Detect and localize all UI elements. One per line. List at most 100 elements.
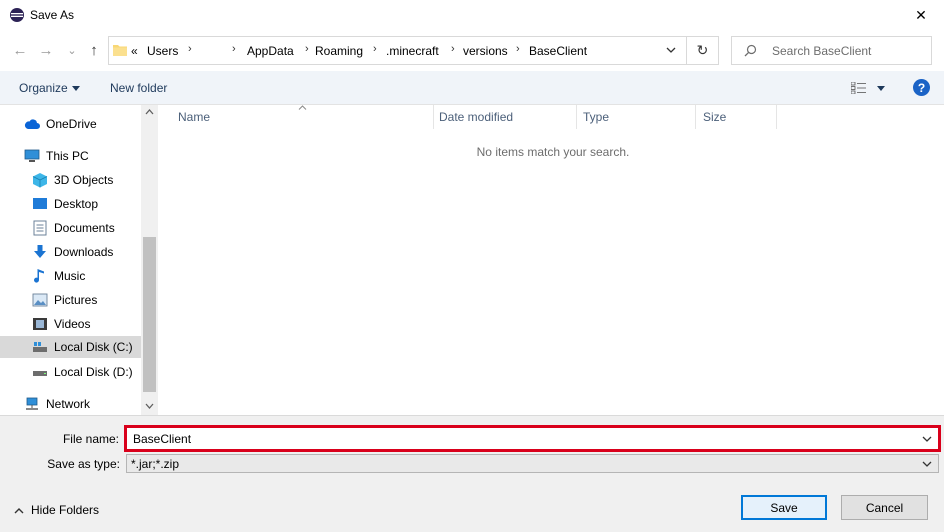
column-header-date-modified[interactable]: Date modified — [433, 105, 577, 129]
picture-icon — [32, 292, 48, 308]
breadcrumb-separator[interactable]: › — [373, 43, 377, 55]
refresh-button[interactable]: ↻ — [687, 36, 719, 65]
save-type-value: *.jar;*.zip — [131, 457, 180, 471]
sidebar-item-label: Local Disk (C:) — [54, 340, 133, 354]
file-name-label: File name: — [62, 432, 119, 446]
new-folder-button[interactable]: New folder — [110, 81, 167, 95]
sidebar-item-label: Downloads — [54, 245, 114, 259]
save-options-panel: File name: BaseClient Save as type: *.ja… — [0, 415, 944, 532]
sidebar-item-downloads[interactable]: Downloads — [32, 241, 113, 263]
forward-arrow-icon: → — [38, 41, 54, 59]
cloud-icon — [24, 116, 40, 132]
file-name-input[interactable]: BaseClient — [124, 425, 941, 452]
breadcrumb-overflow[interactable]: « — [131, 44, 138, 58]
forward-button[interactable]: → — [36, 40, 56, 60]
empty-message: No items match your search. — [476, 145, 630, 159]
command-bar: Organize New folder ? — [0, 71, 944, 105]
computer-icon — [24, 148, 40, 164]
sidebar-item-this-pc[interactable]: This PC — [24, 145, 89, 167]
hide-folders-label: Hide Folders — [31, 503, 100, 517]
chevron-down-icon[interactable] — [922, 435, 932, 443]
sidebar-item-label: This PC — [46, 149, 89, 163]
scroll-down-icon[interactable] — [145, 403, 154, 409]
cube-icon — [32, 172, 48, 188]
up-arrow-icon: ↑ — [90, 41, 98, 59]
music-note-icon — [32, 268, 48, 284]
navigation-scrollbar[interactable] — [141, 105, 158, 415]
back-arrow-icon: ← — [12, 41, 28, 59]
file-list[interactable]: Name Date modified Type Size No items ma… — [158, 105, 944, 415]
breadcrumb-appdata[interactable]: AppData — [247, 44, 294, 58]
save-type-select[interactable]: *.jar;*.zip — [126, 454, 939, 473]
breadcrumb-separator[interactable]: › — [451, 43, 455, 55]
scroll-up-icon[interactable] — [145, 109, 154, 115]
title-bar: Save As ✕ — [0, 0, 944, 31]
sidebar-item-label: Pictures — [54, 293, 98, 307]
sidebar-item-label: 3D Objects — [54, 173, 114, 187]
sidebar-item-music[interactable]: Music — [32, 265, 85, 287]
sidebar-item-local-disk-c[interactable]: Local Disk (C:) — [0, 336, 141, 358]
help-icon[interactable]: ? — [913, 79, 930, 96]
sidebar-item-desktop[interactable]: Desktop — [32, 193, 98, 215]
file-name-value: BaseClient — [133, 432, 192, 446]
caret-down-icon — [72, 86, 80, 91]
view-caret-icon[interactable] — [877, 86, 885, 91]
breadcrumb-users[interactable]: Users — [147, 44, 178, 58]
column-header-type[interactable]: Type — [577, 105, 696, 129]
address-bar[interactable]: « Users › › AppData › Roaming › .minecra… — [108, 36, 687, 65]
desktop-icon — [32, 196, 48, 212]
save-button[interactable]: Save — [741, 495, 827, 520]
refresh-icon: ↻ — [696, 42, 709, 58]
breadcrumb-separator[interactable]: › — [232, 43, 236, 55]
hide-folders-button[interactable]: Hide Folders — [14, 503, 99, 517]
window-title: Save As — [30, 8, 75, 22]
save-type-label: Save as type: — [47, 457, 120, 471]
close-button[interactable]: ✕ — [898, 0, 944, 31]
chevron-down-icon[interactable] — [922, 460, 932, 468]
document-icon — [32, 220, 48, 236]
search-placeholder: Search BaseClient — [772, 44, 872, 58]
drive-icon — [32, 339, 48, 355]
sidebar-item-network[interactable]: Network — [24, 393, 90, 415]
breadcrumb-minecraft[interactable]: .minecraft — [386, 44, 439, 58]
view-options-icon[interactable] — [851, 82, 867, 94]
sidebar-item-pictures[interactable]: Pictures — [32, 289, 97, 311]
organize-button[interactable]: Organize — [19, 81, 68, 95]
breadcrumb-versions[interactable]: versions — [463, 44, 508, 58]
sidebar-item-3d-objects[interactable]: 3D Objects — [32, 169, 113, 191]
download-arrow-icon — [32, 244, 48, 260]
sidebar-item-label: Desktop — [54, 197, 99, 211]
folder-icon — [113, 45, 127, 56]
back-button[interactable]: ← — [10, 40, 30, 60]
navigation-row: ← → ⌄ ↑ « Users › › AppData › Roaming › … — [0, 31, 944, 71]
sidebar-item-label: Music — [54, 269, 86, 283]
recent-locations-button[interactable]: ⌄ — [62, 40, 82, 60]
chevron-down-icon[interactable] — [666, 46, 676, 54]
breadcrumb-separator[interactable]: › — [188, 43, 192, 55]
drive-icon — [32, 364, 48, 380]
sidebar-item-label: Videos — [54, 317, 91, 331]
search-input[interactable]: Search BaseClient — [731, 36, 932, 65]
film-icon — [32, 316, 48, 332]
sidebar-item-videos[interactable]: Videos — [32, 313, 90, 335]
chevron-up-icon — [14, 507, 24, 513]
breadcrumb-baseclient[interactable]: BaseClient — [529, 44, 587, 58]
column-header-size[interactable]: Size — [697, 105, 777, 129]
sidebar-item-label: Documents — [54, 221, 115, 235]
scrollbar-thumb[interactable] — [143, 237, 156, 392]
sidebar-item-label: Local Disk (D:) — [54, 365, 133, 379]
sidebar-item-local-disk-d[interactable]: Local Disk (D:) — [32, 361, 133, 383]
sidebar-item-documents[interactable]: Documents — [32, 217, 115, 239]
breadcrumb-separator[interactable]: › — [305, 43, 309, 55]
breadcrumb-separator[interactable]: › — [516, 43, 520, 55]
column-header-name[interactable]: Name — [172, 105, 434, 129]
breadcrumb-roaming[interactable]: Roaming — [315, 44, 363, 58]
close-icon: ✕ — [915, 7, 927, 23]
sidebar-item-label: OneDrive — [46, 117, 97, 131]
up-button[interactable]: ↑ — [84, 40, 104, 60]
chevron-down-icon: ⌄ — [67, 44, 77, 57]
cancel-button[interactable]: Cancel — [841, 495, 928, 520]
eclipse-app-icon — [10, 8, 24, 22]
sidebar-item-onedrive[interactable]: OneDrive — [24, 113, 97, 135]
search-icon — [744, 44, 757, 57]
